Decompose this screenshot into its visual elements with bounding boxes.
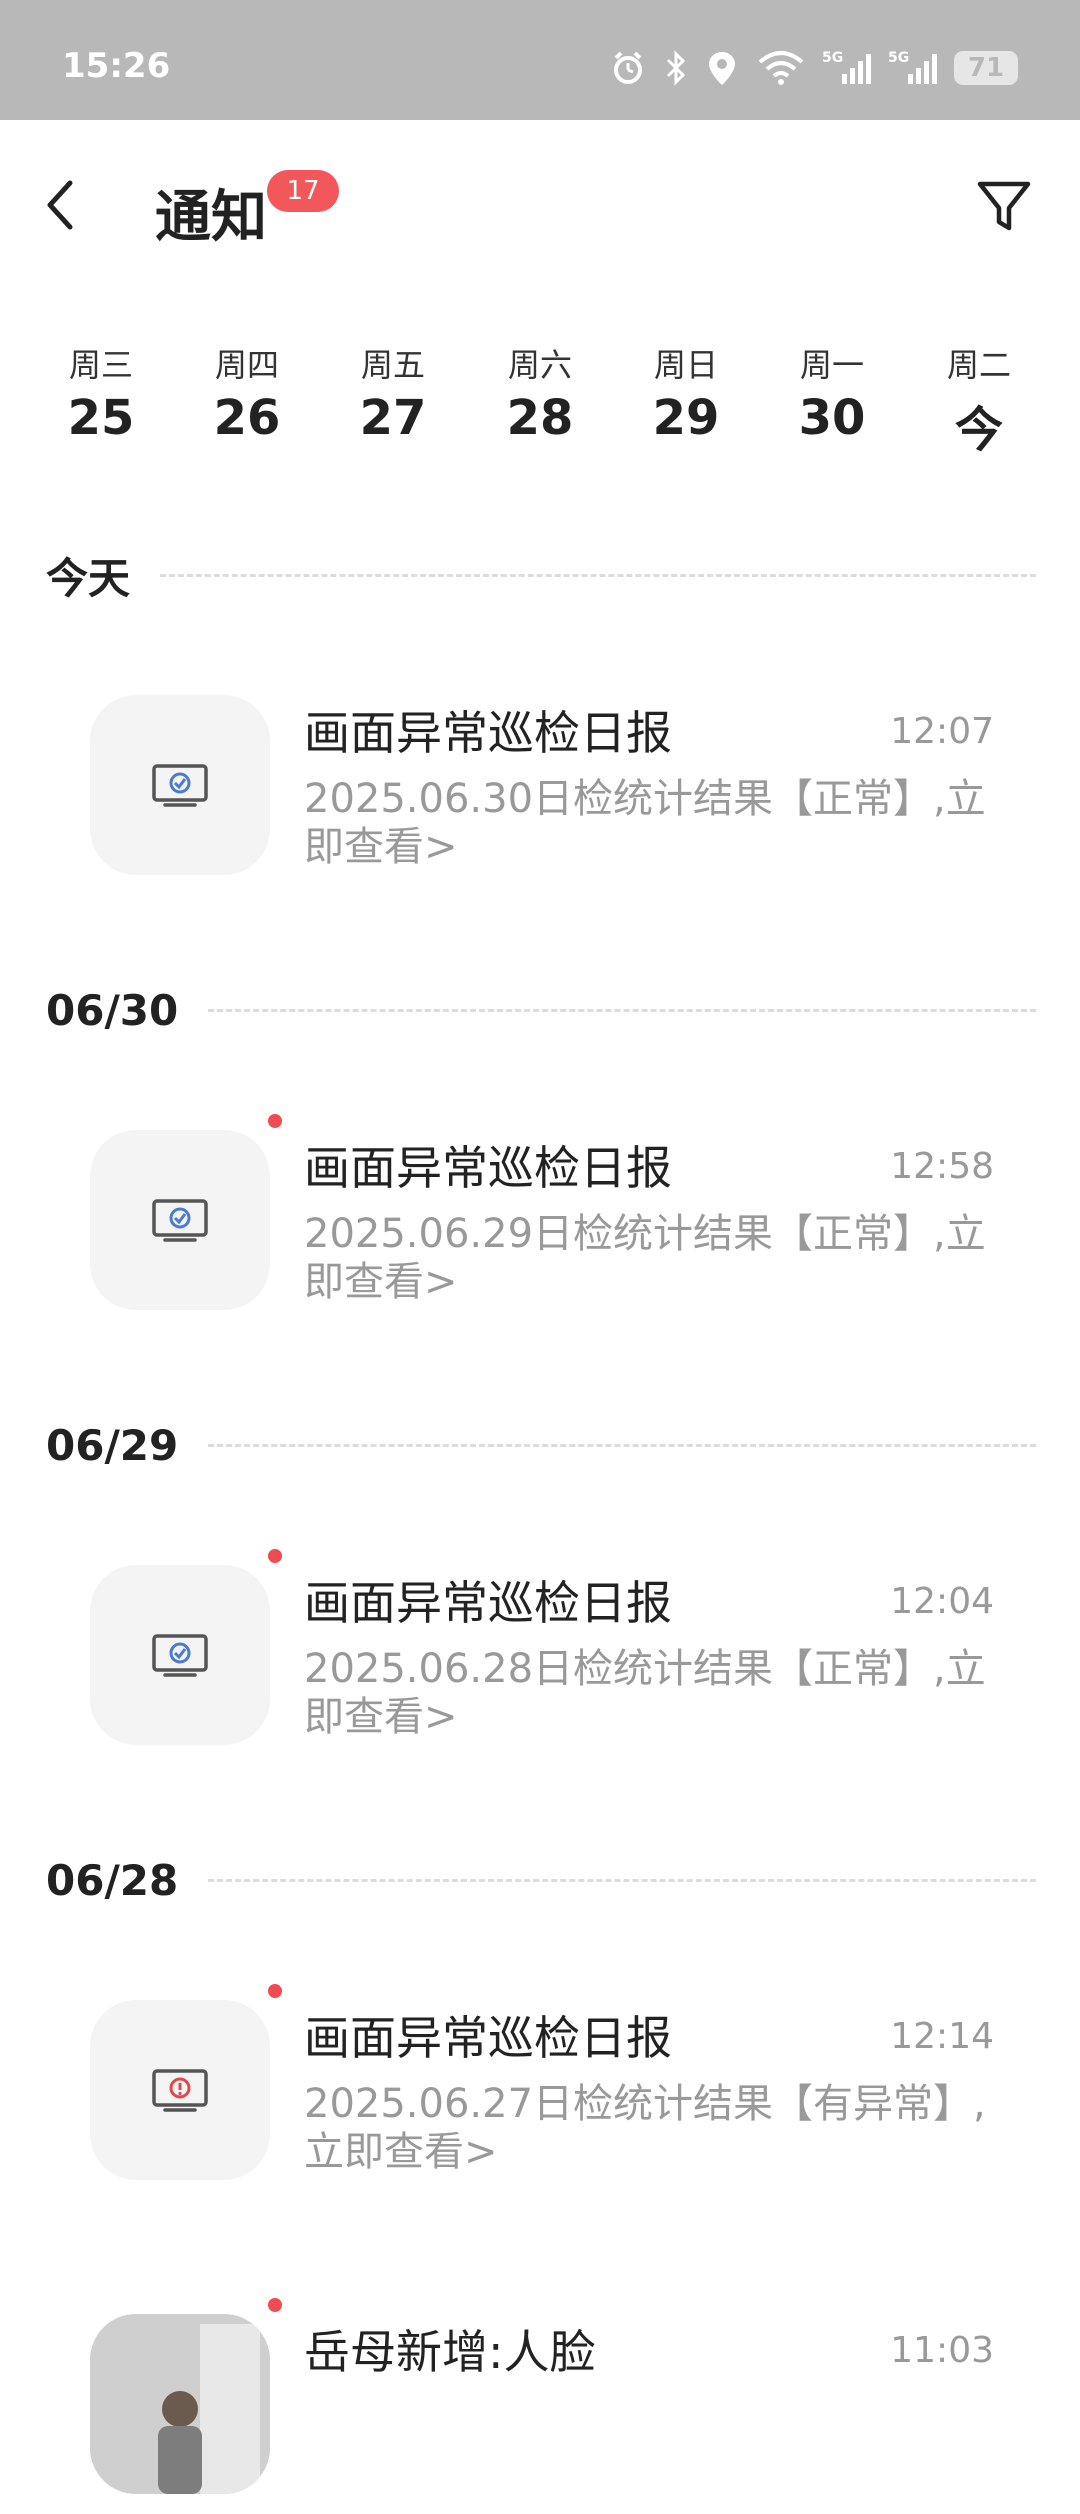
notification-title: 画面异常巡检日报 [304,2011,672,2065]
notification-title: 画面异常巡检日报 [304,1576,672,1630]
filter-button[interactable] [968,170,1040,242]
day-sat[interactable]: 周六 28 [485,340,595,446]
unread-dot [268,1984,282,1998]
status-bar: 15:26 5G 5G 71 [0,0,1080,120]
wifi-icon [756,48,806,88]
inspection-abnormal-icon [152,2069,208,2112]
week-date-strip: 周三 25 周四 26 周五 27 周六 28 周日 29 周一 30 周二 今 [0,340,1080,460]
section-label: 06/30 [46,985,179,1035]
notification-description[interactable]: 2025.06.27日检统计结果【有异常】,立即查看> [304,2080,1004,2176]
battery-icon: 71 [954,51,1018,85]
section-header: 06/28 [46,1850,1036,1910]
section-header: 06/30 [46,980,1036,1040]
unread-count-badge: 17 [267,170,339,212]
day-number: 29 [652,390,720,446]
notification-thumbnail [90,695,270,875]
dashed-divider [208,1443,1036,1447]
day-number: 25 [67,390,135,446]
notification-title: 画面异常巡检日报 [304,1141,672,1195]
day-mon[interactable]: 周一 30 [777,340,887,446]
header: 通知 17 [0,120,1080,290]
day-name: 周三 [68,346,133,384]
day-wed[interactable]: 周三 25 [46,340,156,446]
day-number: 28 [506,390,574,446]
notification-item[interactable]: 画面异常巡检日报 12:58 2025.06.29日检统计结果【正常】,立即查看… [0,1114,1080,1330]
day-sun[interactable]: 周日 29 [631,340,741,446]
notification-description[interactable]: 2025.06.29日检统计结果【正常】,立即查看> [304,1210,1004,1306]
section-header: 06/29 [46,1415,1036,1475]
notification-thumbnail [90,2000,270,2180]
notification-title: 岳母新增:人脸 [304,2325,596,2379]
face-snapshot-image [90,2314,270,2494]
section-label: 今天 [46,553,131,603]
notification-thumbnail [90,1130,270,1310]
day-number: 30 [798,390,866,446]
notification-description[interactable]: 2025.06.30日检统计结果【正常】,立即查看> [304,775,1004,871]
status-time: 15:26 [62,46,171,86]
dashed-divider [160,573,1036,577]
day-number: 27 [359,390,427,446]
section-label: 06/28 [46,1855,179,1905]
day-number: 26 [213,390,281,446]
unread-dot [268,2298,282,2312]
day-fri[interactable]: 周五 27 [338,340,448,446]
day-tue-today[interactable]: 周二 今 [924,340,1034,460]
notification-item[interactable]: 画面异常巡检日报 12:04 2025.06.28日检统计结果【正常】,立即查看… [0,1549,1080,1765]
back-button[interactable] [30,170,90,240]
notification-item[interactable]: 岳母新增:人脸 11:03 [0,2298,1080,2514]
day-name: 周五 [360,346,425,384]
day-number: 今 [954,402,1003,458]
bluetooth-icon [664,48,688,88]
dashed-divider [208,1878,1036,1882]
location-icon [704,48,740,88]
notification-description[interactable]: 2025.06.28日检统计结果【正常】,立即查看> [304,1645,1004,1741]
day-name: 周六 [507,346,572,384]
svg-text:5G: 5G [888,50,909,66]
notification-time: 12:58 [890,1146,994,1187]
day-thu[interactable]: 周四 26 [192,340,302,446]
battery-level: 71 [967,53,1005,83]
notification-time: 11:03 [890,2330,994,2371]
unread-dot [268,1114,282,1128]
inspection-normal-icon [152,1199,208,1242]
unread-dot [268,1549,282,1563]
notification-photo-thumbnail [90,2314,270,2494]
section-header: 今天 [46,545,1036,605]
notification-item[interactable]: 画面异常巡检日报 12:07 2025.06.30日检统计结果【正常】,立即查看… [0,695,1080,895]
notification-time: 12:04 [890,1581,994,1622]
notification-thumbnail [90,1565,270,1745]
notification-time: 12:14 [890,2016,994,2057]
inspection-normal-icon [152,1634,208,1677]
day-name: 周一 [799,346,864,384]
day-name: 周四 [214,346,279,384]
signal-5g-icon: 5G [822,48,872,88]
dashed-divider [208,1008,1036,1012]
notification-item[interactable]: 画面异常巡检日报 12:14 2025.06.27日检统计结果【有异常】,立即查… [0,1984,1080,2200]
day-name: 周日 [653,346,718,384]
alarm-icon [608,48,648,88]
page-title: 通知 [155,185,267,250]
status-icons: 5G 5G 71 [608,46,1018,90]
chevron-left-icon [47,180,73,230]
svg-text:5G: 5G [822,50,843,66]
notification-time: 12:07 [890,711,994,752]
section-label: 06/29 [46,1420,179,1470]
filter-icon [977,181,1031,231]
day-name: 周二 [946,346,1011,384]
inspection-normal-icon [152,764,208,807]
notification-title: 画面异常巡检日报 [304,706,672,760]
signal-5g-icon: 5G [888,48,938,88]
